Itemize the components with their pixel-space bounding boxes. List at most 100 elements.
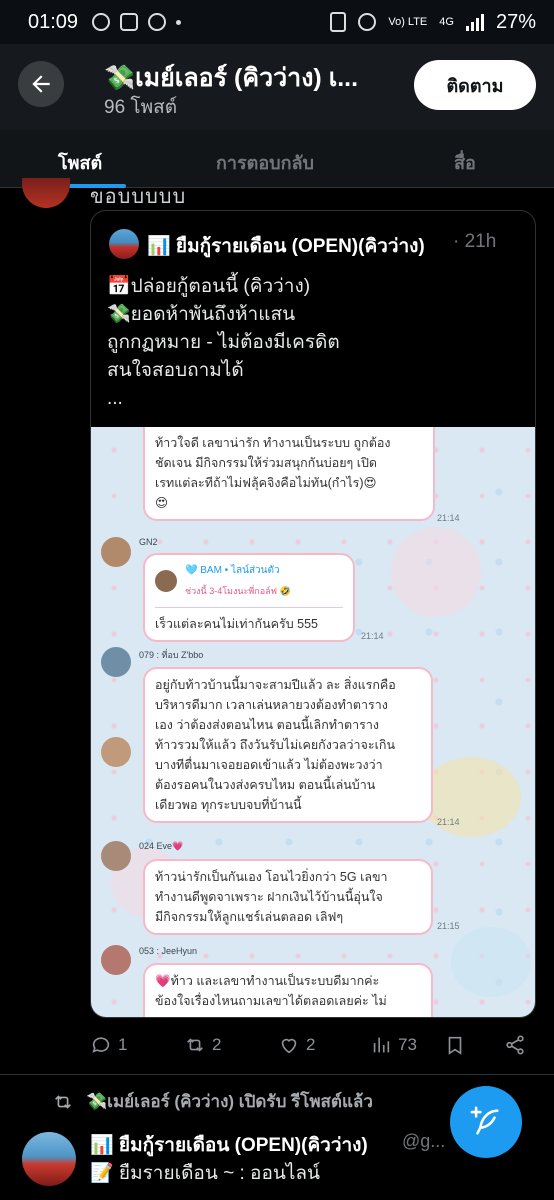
dot-icon (176, 19, 182, 25)
views-icon (373, 1037, 390, 1053)
views-count: 73 (398, 1035, 417, 1054)
back-button[interactable] (18, 61, 64, 107)
chat-time: 21:14 (361, 631, 384, 641)
reply-preview: 🩵 BAM • ไลน์ส่วนตัว ช่วงนี้ 3-4โมงนะพี่ก… (155, 561, 343, 608)
chat-avatar (101, 537, 131, 567)
repost-icon (55, 1094, 71, 1109)
chat-time: 21:14 (437, 513, 460, 523)
avatar[interactable] (22, 1132, 76, 1186)
chat-time: 21:15 (437, 921, 460, 931)
profile-header: 💸เมย์เลอร์ (คิวว่าง) เ... 96 โพสต์ ติดตา… (0, 44, 554, 130)
reply-text: ช่วงนี้ 3-4โมงนะพี่กอล์ฟ 🤣 (185, 586, 291, 596)
like-button[interactable]: 2 (278, 1034, 315, 1056)
chat-line: ท้าวน่ารักเป็นกันเอง โอนไวยิ่งกว่า 5G เล… (155, 870, 388, 884)
compose-button[interactable] (450, 1086, 522, 1158)
chat-line: 💗ท้าว และเลขาทำงานเป็นระบบดีมากค่ะ (155, 974, 380, 988)
tweet-author-handle[interactable]: @g... (402, 1131, 445, 1152)
chat-line: ทำงานดีพูดจาเพราะ ฝากเงินไว้บ้านนี้อุ่นใ… (155, 890, 383, 904)
chat-bubble: 💗ท้าว และเลขาทำงานเป็นระบบดีมากค่ะ ข้องใ… (143, 963, 433, 1017)
tweet-text-partial: ขอบบบบบ (90, 186, 187, 208)
views-button[interactable]: 73 (370, 1034, 417, 1056)
status-bar: 01:09 Vo) LTE 4G 27% (0, 0, 554, 44)
chat-line: เรทแต่ละทีถ้าไม่ฟลุ้คจิงคือไม่ทัน(กำไร)😍 (155, 476, 377, 490)
quoted-line: ... (107, 388, 123, 409)
chat-avatar (101, 737, 131, 767)
like-count: 2 (306, 1035, 316, 1054)
follow-button[interactable]: ติดตาม (414, 60, 536, 110)
quoted-name: 📊 ยืมกู้รายเดือน (OPEN)(คิวว่าง) (147, 236, 425, 257)
repost-context[interactable]: 💸เมย์เลอร์ (คิวว่าง) เปิดรับ รีโพสต์แล้ว (52, 1088, 373, 1115)
chrome-icon (148, 13, 167, 31)
chat-line: มีกิจกรรมให้ลูกแชร์เล่นตลอด เลิฟๆ (155, 910, 344, 924)
at-sign-icon (92, 13, 111, 31)
tab-posts[interactable]: โพสต์ (58, 148, 102, 177)
chat-avatar (101, 647, 131, 677)
chat-name: 053 : JeeHyun (139, 946, 198, 956)
battery-percent: 27% (495, 10, 536, 33)
quoted-line: ถูกกฏหมาย - ไม่ต้องมีเครดิต (107, 332, 340, 353)
quoted-text: 📅ปล่อยกู้ตอนนี้ (คิวว่าง) 💸ยอดห้าพันถึงห… (107, 273, 527, 413)
chat-line: ท้าวใจดี เลขาน่ารัก ทำงานเป็นระบบ ถูกต้อ… (155, 436, 391, 450)
chat-line: บางทีตื่นมาเจอยอดเข้าแล้ว ไม่ต้องพะวงว่า (155, 758, 383, 772)
mute-icon (358, 13, 377, 31)
chat-bubble: ท้าวใจดี เลขาน่ารัก ทำงานเป็นระบบ ถูกต้อ… (143, 427, 435, 521)
tab-replies[interactable]: การตอบกลับ (216, 148, 314, 177)
tab-media[interactable]: สื่อ (454, 148, 476, 177)
chat-line: ข้องใจเรื่องไหนถามเลขาได้ตลอดเลยค่ะ ไม่ (155, 994, 387, 1008)
quoted-line: 📅ปล่อยกู้ตอนนี้ (คิวว่าง) (107, 276, 311, 297)
chat-line: 😍 (155, 496, 169, 510)
sticker-decoration (391, 527, 481, 617)
chat-line: เร็วแต่ละคนไม่เท่ากันครับ 555 (155, 617, 318, 631)
reply-count: 1 (118, 1035, 128, 1054)
reply-avatar (155, 570, 177, 592)
reply-icon (92, 1037, 110, 1053)
divider (0, 1074, 554, 1075)
battery-saver-icon (330, 12, 347, 32)
volte-label: Vo) LTE (388, 15, 428, 28)
chat-avatar (101, 841, 131, 871)
chat-line: เดียวพอ ทุกระบบจบที่บ้านนี้ (155, 798, 302, 812)
status-time: 01:09 (28, 10, 79, 33)
quoted-avatar (109, 229, 139, 259)
sticker-decoration (451, 927, 531, 997)
arrow-left-icon (32, 75, 50, 93)
chat-time: 21:14 (437, 817, 460, 827)
chat-avatar (101, 945, 131, 975)
quoted-time: · 21h (453, 231, 497, 252)
share-button[interactable] (504, 1034, 526, 1056)
chat-line: ท้าวรวมให้แล้ว ถึงวันรับไม่เคยกังวลว่าจะ… (155, 738, 395, 752)
chat-name: GN2 (139, 537, 158, 547)
tweet-actions: 1 2 2 73 (90, 1030, 536, 1064)
heart-icon (281, 1038, 297, 1054)
tweet-text: 📝 ยืมรายเดือน ~ : ออนไลน์ (90, 1163, 321, 1184)
bookmark-button[interactable] (444, 1034, 466, 1056)
chat-bubble: ท้าวน่ารักเป็นกันเอง โอนไวยิ่งกว่า 5G เล… (143, 859, 433, 935)
chat-line: ชัดเจน มีกิจกรรมให้ร่วมสนุกกันบ่อยๆ เปิด (155, 456, 378, 470)
reply-button[interactable]: 1 (90, 1034, 127, 1056)
tweet-author-name[interactable]: 📊 ยืมกู้รายเดือน (OPEN)(คิวว่าง) (90, 1130, 368, 1160)
network-type-label: 4G (439, 15, 454, 28)
share-icon (506, 1035, 524, 1055)
signal-icon (465, 13, 484, 31)
chat-line: บริหารดีมาก เวลาเล่นหลายวงต้องทำตาราง (155, 698, 388, 712)
gallery-icon (120, 13, 139, 31)
repost-button[interactable]: 2 (184, 1034, 221, 1056)
notification-icons (92, 13, 182, 31)
quoted-line: 💸ยอดห้าพันถึงห้าแสน (107, 304, 296, 325)
chat-screenshot-image[interactable]: ท้าวใจดี เลขาน่ารัก ทำงานเป็นระบบ ถูกต้อ… (91, 427, 535, 1017)
chat-line: ต้องรอคนในวงส่งครบไหม ตอนนี้เล่นบ้าน (155, 778, 376, 792)
chat-bubble: 🩵 BAM • ไลน์ส่วนตัว ช่วงนี้ 3-4โมงนะพี่ก… (143, 553, 355, 642)
post-count: 96 โพสต์ (104, 97, 178, 118)
bookmark-icon (448, 1036, 462, 1055)
quoted-line: สนใจสอบถามได้ (107, 360, 244, 381)
feather-plus-icon (470, 1106, 499, 1135)
avatar[interactable] (22, 178, 70, 208)
profile-tabs: โพสต์ การตอบกลับ สื่อ (0, 130, 554, 188)
repost-count: 2 (212, 1035, 222, 1054)
repost-context-label: 💸เมย์เลอร์ (คิวว่าง) เปิดรับ รีโพสต์แล้ว (86, 1092, 373, 1111)
repost-icon (187, 1038, 203, 1052)
quoted-tweet[interactable]: 📊 ยืมกู้รายเดือน (OPEN)(คิวว่าง) · 21h 📅… (90, 210, 536, 1018)
chat-line: เอง ว่าต้องส่งตอนไหน ตอนนี้เลิกทำตาราง (155, 718, 380, 732)
chat-name: 079 : ที่อบ Z'bbo (139, 650, 204, 660)
chat-line: อยู่กับท้าวบ้านนี้มาจะสามปีแล้ว ละ สิ่งแ… (155, 678, 396, 692)
